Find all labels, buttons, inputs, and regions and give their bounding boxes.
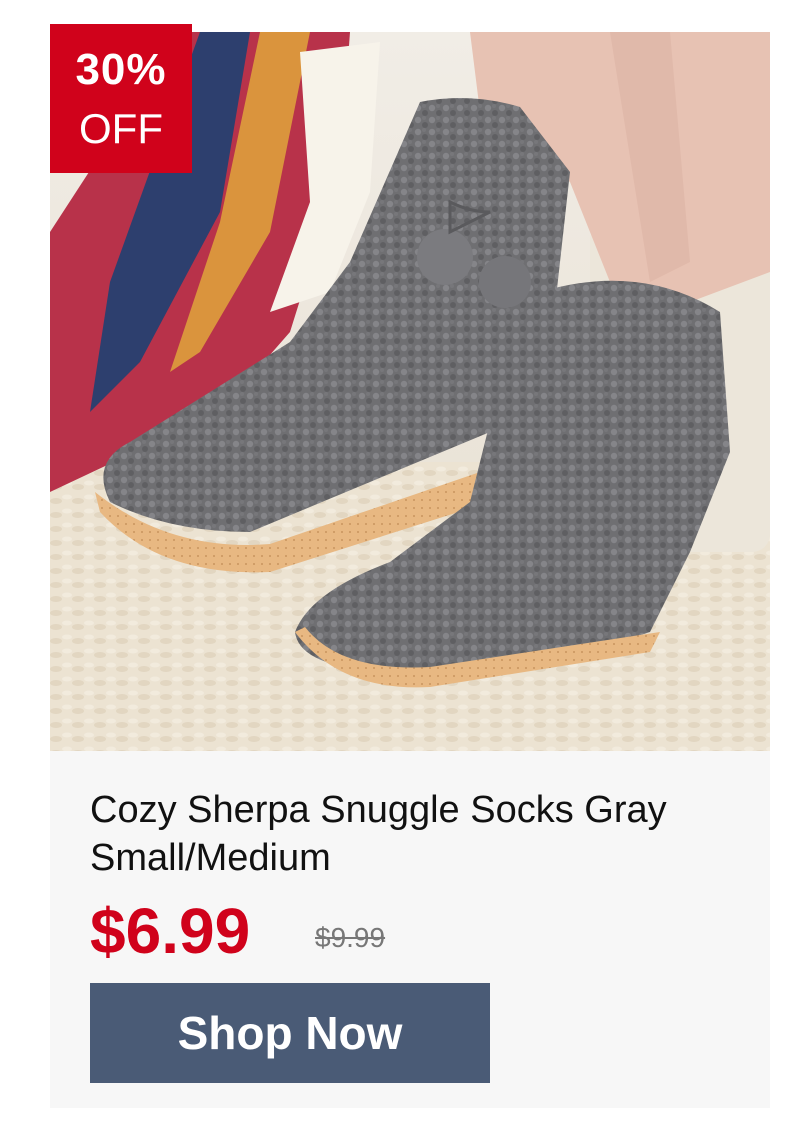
discount-percent: 30% — [75, 45, 167, 94]
discount-label: OFF — [79, 105, 163, 152]
original-price: $9.99 — [315, 922, 386, 953]
shop-now-button[interactable]: Shop Now — [90, 983, 490, 1083]
product-title[interactable]: Cozy Sherpa Snuggle Socks Gray Small/Med… — [90, 786, 750, 882]
discount-badge: 30% OFF — [50, 24, 192, 173]
sale-price: $6.99 — [90, 895, 251, 967]
